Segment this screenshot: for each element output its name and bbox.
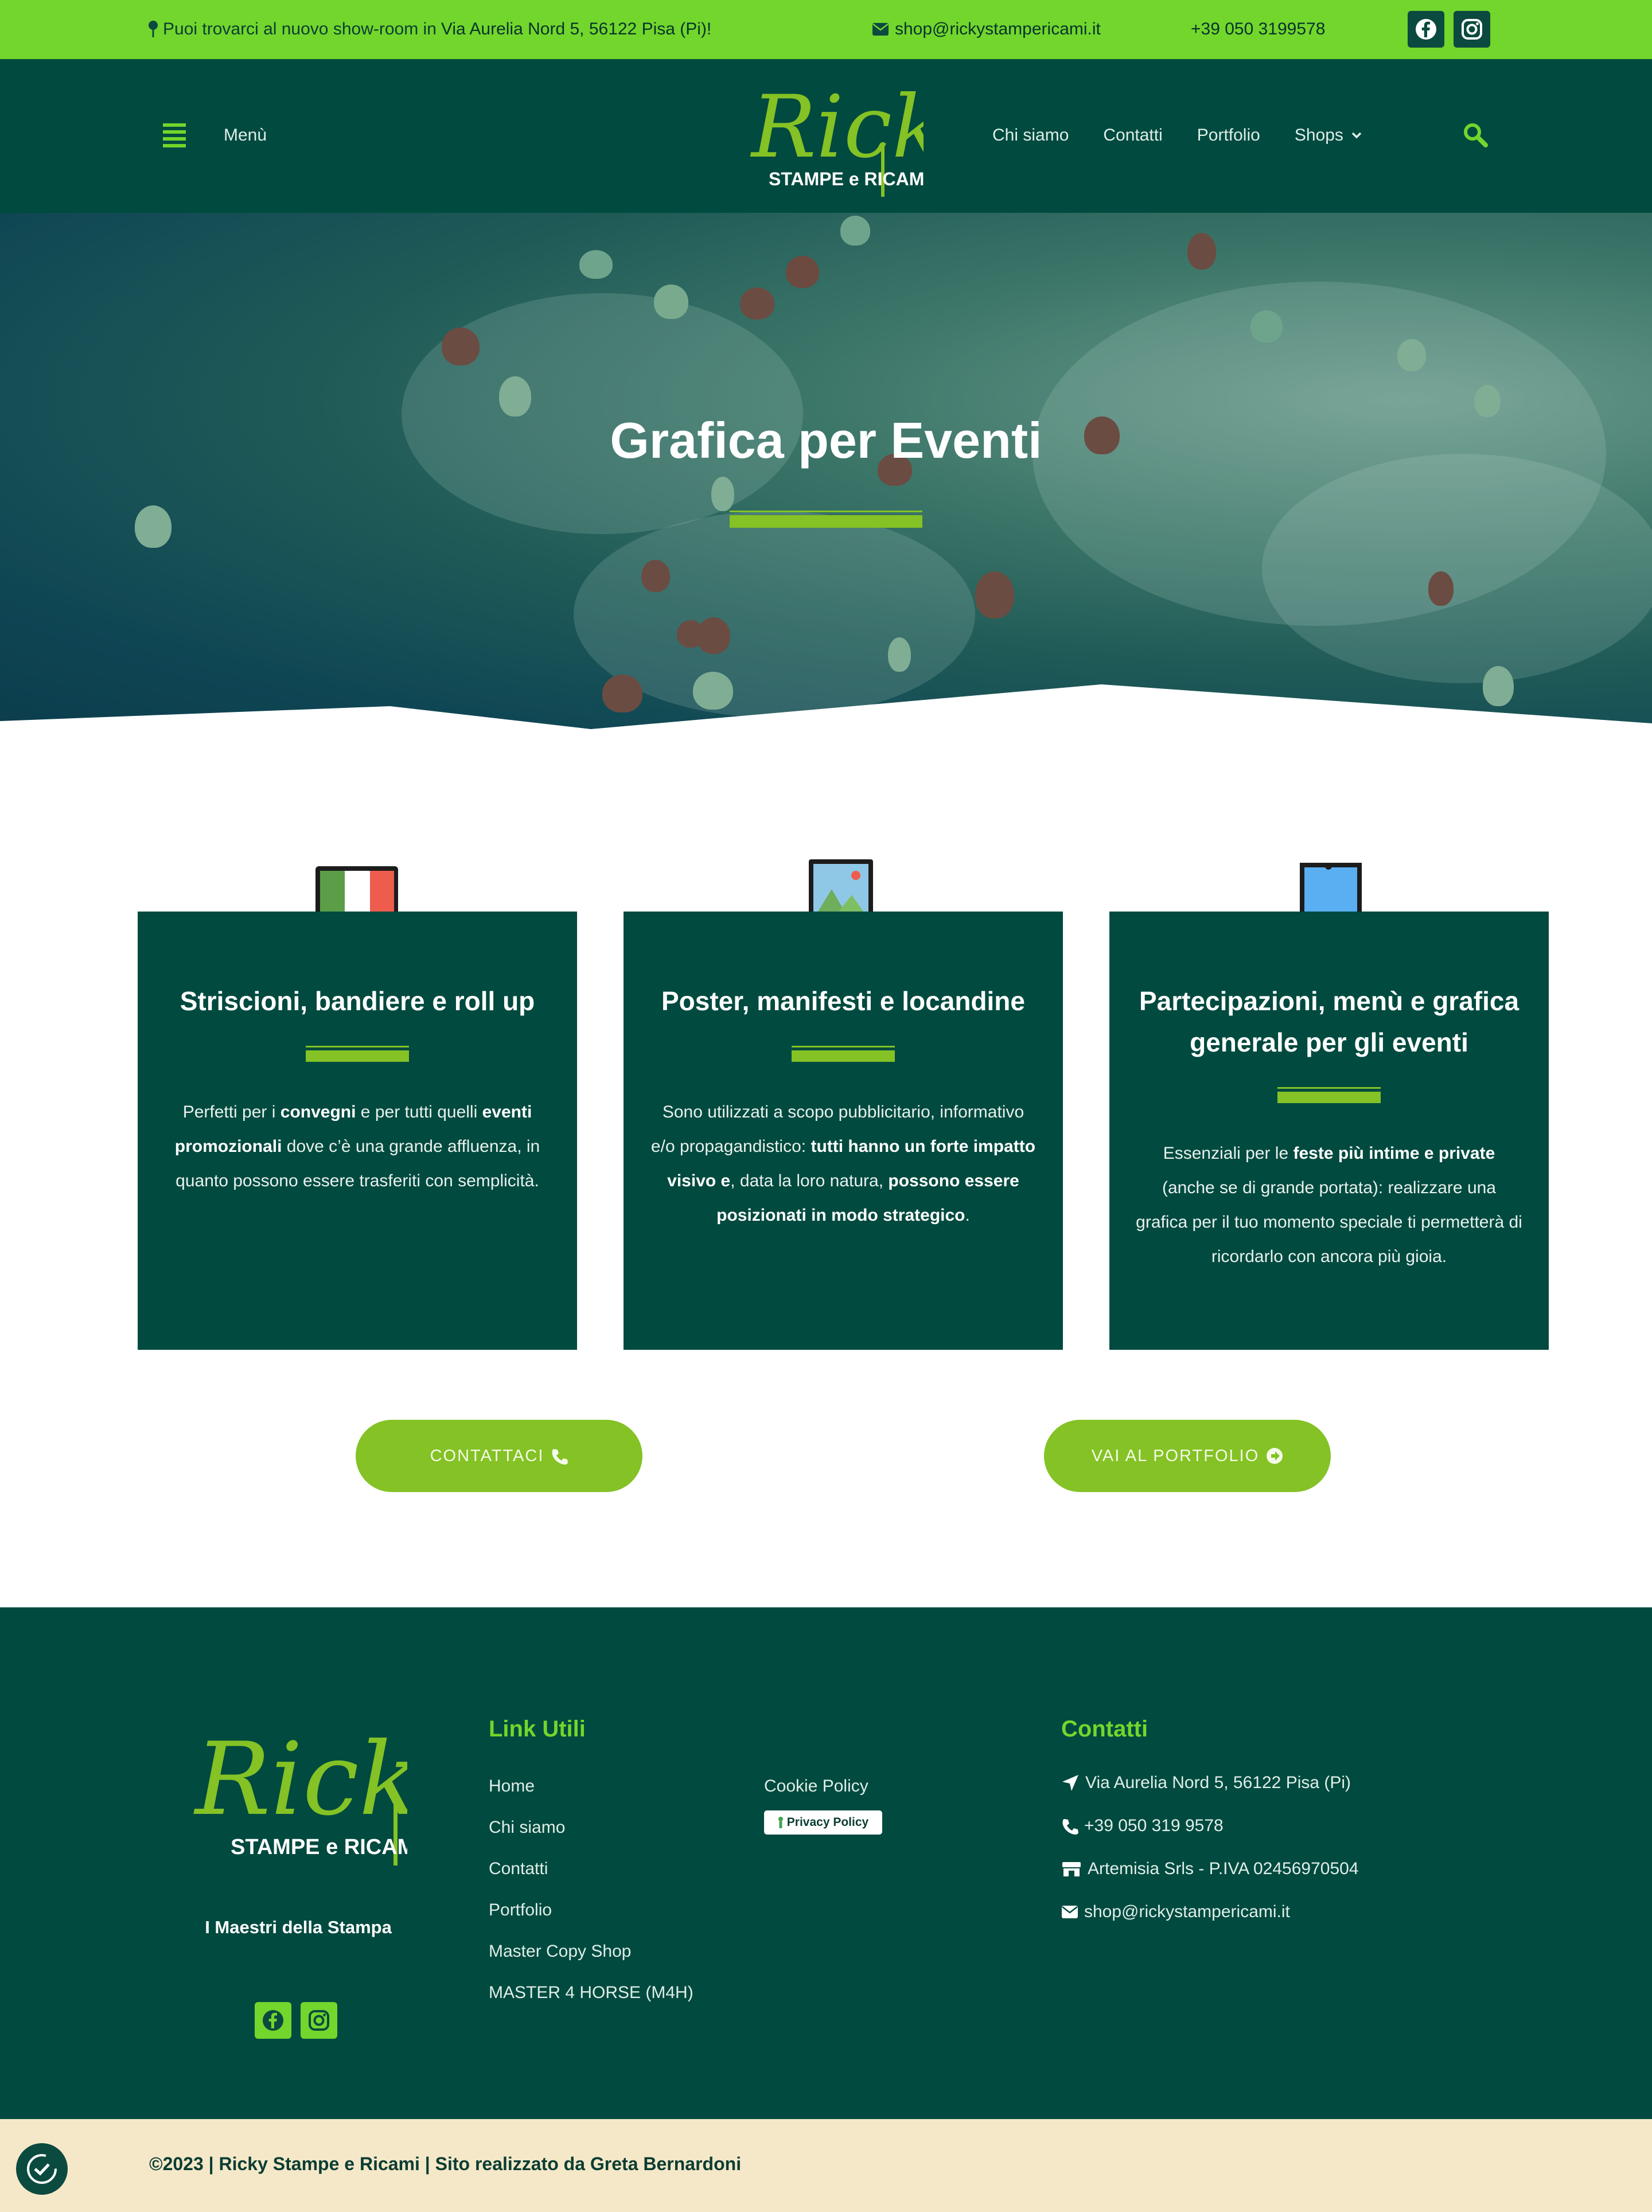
hero-underline <box>730 511 922 528</box>
site-header: Menù Ricky STAMPE e RICAMI Chi siamo Con… <box>0 59 1652 213</box>
footer-link-chi-siamo[interactable]: Chi siamo <box>489 1807 693 1848</box>
nav-shops[interactable]: Shops <box>1295 126 1362 145</box>
ricky-logo[interactable]: Ricky STAMPE e RICAMI <box>734 73 924 200</box>
top-email-link[interactable]: shop@rickystampericami.it <box>872 20 1101 39</box>
bottom-bar: ©2023 | Ricky Stampe e Ricami | Sito rea… <box>0 2119 1652 2212</box>
top-phone[interactable]: +39 050 3199578 <box>1191 20 1325 39</box>
hero-balloon <box>579 250 613 279</box>
footer-contacts-heading: Contatti <box>1061 1716 1148 1742</box>
phone-icon <box>1062 1818 1078 1835</box>
card-text: Essenziali per le feste più intime e pri… <box>1136 1144 1522 1266</box>
showroom-address: Puoi trovarci al nuovo show-room in Via … <box>148 20 711 39</box>
footer-company: Artemisia Srls - P.IVA 02456970504 <box>1061 1847 1359 1890</box>
footer-link-portfolio[interactable]: Portfolio <box>489 1890 693 1931</box>
nav-portfolio[interactable]: Portfolio <box>1197 126 1260 145</box>
card-text: Perfetti per i convegni e per tutti quel… <box>174 1103 540 1190</box>
footer-phone[interactable]: +39 050 319 9578 <box>1061 1804 1359 1847</box>
menu-label[interactable]: Menù <box>224 126 267 145</box>
hero-balloon <box>786 256 819 288</box>
hero-cloud <box>1262 454 1652 683</box>
nav-chi-siamo[interactable]: Chi siamo <box>992 126 1069 145</box>
cookie-consent-icon[interactable] <box>16 2143 68 2195</box>
hero-balloon <box>499 376 531 416</box>
hero-balloon <box>641 560 670 592</box>
footer-links: Home Chi siamo Contatti Portfolio Master… <box>489 1766 693 2014</box>
hero-balloon <box>1397 339 1426 371</box>
footer-link-master-copy-shop[interactable]: Master Copy Shop <box>489 1931 693 1972</box>
card-text: Sono utilizzati a scopo pubblicitario, i… <box>650 1103 1036 1225</box>
contact-button[interactable]: CONTATTACI <box>356 1420 642 1492</box>
hero-balloon <box>740 287 774 320</box>
svg-text:Ricky: Ricky <box>193 1722 407 1838</box>
footer-link-cookie-policy[interactable]: Cookie Policy <box>764 1766 868 1807</box>
privacy-policy-label: Privacy Policy <box>786 1816 869 1829</box>
facebook-icon[interactable] <box>1408 11 1444 48</box>
hero-balloon <box>1187 233 1216 270</box>
footer-contacts: Via Aurelia Nord 5, 56122 Pisa (Pi) +39 … <box>1061 1761 1359 1933</box>
hero-balloon <box>442 328 480 365</box>
portfolio-button[interactable]: VAI AL PORTFOLIO <box>1044 1420 1331 1492</box>
card-title: Partecipazioni, menù e grafica generale … <box>1139 986 1519 1057</box>
nav-contatti[interactable]: Contatti <box>1103 126 1162 145</box>
svg-text:STAMPE e RICAMI: STAMPE e RICAMI <box>231 1835 407 1859</box>
store-icon <box>1062 1861 1081 1876</box>
chevron-down-icon <box>1351 132 1362 139</box>
hero-balloon <box>1250 310 1283 342</box>
footer-link-master-4-horse[interactable]: MASTER 4 HORSE (M4H) <box>489 1972 693 2014</box>
card-partecipazioni: Partecipazioni, menù e grafica generale … <box>1109 912 1549 1350</box>
footer-links-heading: Link Utili <box>489 1716 586 1742</box>
hero-balloon <box>840 216 870 246</box>
footer-facebook-icon[interactable] <box>255 2002 291 2039</box>
hero-banner: Grafica per Eventi <box>0 213 1652 746</box>
card-striscioni: Striscioni, bandiere e roll up Perfetti … <box>138 912 577 1350</box>
footer-link-home[interactable]: Home <box>489 1766 693 1807</box>
iubenda-icon <box>778 1817 783 1828</box>
top-bar: Puoi trovarci al nuovo show-room in Via … <box>0 0 1652 59</box>
privacy-policy-badge[interactable]: Privacy Policy <box>764 1810 882 1835</box>
main-nav: Chi siamo Contatti Portfolio Shops <box>992 126 1362 145</box>
footer-email[interactable]: shop@rickystampericami.it <box>1061 1890 1359 1933</box>
footer-link-contatti[interactable]: Contatti <box>489 1848 693 1890</box>
footer-instagram-icon[interactable] <box>301 2002 337 2039</box>
copyright-text: ©2023 | Ricky Stampe e Ricami | Sito rea… <box>149 2153 742 2174</box>
svg-text:STAMPE e RICAMI: STAMPE e RICAMI <box>769 169 924 189</box>
nav-shops-label: Shops <box>1294 126 1343 145</box>
location-arrow-icon <box>1062 1774 1078 1791</box>
hero-balloon <box>711 477 734 511</box>
address-prefix: Puoi trovarci al nuovo show-room in <box>163 20 437 38</box>
top-email-text: shop@rickystampericami.it <box>895 20 1101 38</box>
phone-icon <box>552 1449 568 1465</box>
hero-title: Grafica per Eventi <box>610 412 1042 469</box>
hero-balloon <box>888 637 911 672</box>
footer-ricky-logo[interactable]: Ricky STAMPE e RICAMI <box>189 1722 407 1871</box>
hero-balloon <box>697 617 730 654</box>
card-underline <box>1277 1087 1381 1103</box>
card-title: Striscioni, bandiere e roll up <box>180 986 535 1016</box>
svg-text:Ricky: Ricky <box>750 77 924 177</box>
portfolio-button-label: VAI AL PORTFOLIO <box>1091 1446 1260 1465</box>
map-pin-icon <box>149 21 158 37</box>
envelope-icon <box>1062 1905 1078 1918</box>
hero-balloon <box>654 285 688 319</box>
contact-button-label: CONTATTACI <box>430 1446 544 1465</box>
card-title: Poster, manifesti e locandine <box>661 986 1025 1016</box>
hero-balloon <box>1428 571 1454 606</box>
card-underline <box>306 1046 409 1062</box>
footer-policy-links: Cookie Policy <box>764 1766 868 1807</box>
footer-social-links <box>255 2002 337 2039</box>
site-footer: Ricky STAMPE e RICAMI I Maestri della St… <box>0 1607 1652 2119</box>
arrow-right-circle-icon <box>1267 1448 1283 1464</box>
card-poster: Poster, manifesti e locandine Sono utili… <box>624 912 1063 1350</box>
address-bold: Via Aurelia Nord 5, 56122 Pisa (Pi)! <box>441 20 712 38</box>
hero-wave-divider <box>0 684 1652 746</box>
envelope-icon <box>872 23 889 36</box>
card-underline <box>792 1046 895 1062</box>
hamburger-menu-icon[interactable] <box>163 123 186 147</box>
hero-balloon <box>975 571 1014 618</box>
top-social-links <box>1408 11 1490 48</box>
instagram-icon[interactable] <box>1454 11 1490 48</box>
footer-address: Via Aurelia Nord 5, 56122 Pisa (Pi) <box>1061 1761 1359 1804</box>
hero-balloon <box>135 505 172 548</box>
search-icon[interactable] <box>1462 121 1490 150</box>
